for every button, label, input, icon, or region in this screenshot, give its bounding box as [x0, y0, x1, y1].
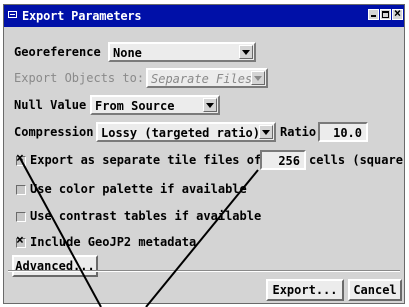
maximize-icon[interactable] [380, 9, 391, 20]
chevron-down-icon[interactable] [203, 98, 217, 112]
tile-size-field[interactable]: 256 [260, 150, 306, 170]
export-objects-dropdown: Separate Files [146, 68, 268, 88]
chevron-down-icon[interactable] [239, 45, 253, 59]
export-button[interactable]: Export... [266, 279, 344, 301]
ratio-field[interactable]: 10.0 [318, 122, 368, 142]
tile-units-label: cells (square) [309, 153, 405, 167]
compression-value: Lossy (targeted ratio) [101, 126, 260, 140]
geojp2-label: Include GeoJP2 metadata [30, 235, 197, 249]
georeference-label: Georeference [14, 45, 101, 59]
window-menu-icon[interactable] [8, 11, 17, 18]
contrast-checkbox[interactable] [16, 212, 26, 222]
tile-label: Export as separate tile files of [30, 153, 262, 167]
chevron-down-icon [251, 71, 265, 85]
ratio-label: Ratio [280, 125, 317, 139]
null-value-label: Null Value [14, 98, 87, 112]
export-parameters-window: Export Parameters Georeference None Expo… [3, 4, 405, 304]
georeference-dropdown[interactable]: None [108, 42, 256, 62]
contrast-label: Use contrast tables if available [30, 209, 262, 223]
minimize-icon[interactable] [368, 9, 379, 20]
chevron-down-icon[interactable] [259, 125, 273, 139]
separator [8, 270, 400, 272]
window-title: Export Parameters [22, 9, 142, 23]
tile-size-value: 256 [278, 154, 300, 168]
close-icon[interactable] [392, 6, 403, 20]
palette-checkbox[interactable] [16, 185, 26, 195]
ratio-value: 10.0 [333, 126, 362, 140]
title-bar[interactable]: Export Parameters [4, 5, 404, 27]
compression-label: Compression [14, 125, 94, 139]
geojp2-checkbox[interactable] [16, 233, 26, 248]
compression-dropdown[interactable]: Lossy (targeted ratio) [96, 122, 276, 142]
export-objects-label: Export Objects to: [14, 71, 145, 85]
null-value-dropdown[interactable]: From Source [90, 95, 220, 115]
tile-checkbox[interactable] [16, 151, 26, 166]
advanced-button[interactable]: Advanced... [12, 255, 98, 277]
georeference-value: None [113, 46, 142, 60]
export-objects-value: Separate Files [151, 72, 253, 86]
cancel-button[interactable]: Cancel [348, 279, 402, 301]
palette-label: Use color palette if available [30, 182, 247, 196]
null-value-value: From Source [95, 99, 175, 113]
